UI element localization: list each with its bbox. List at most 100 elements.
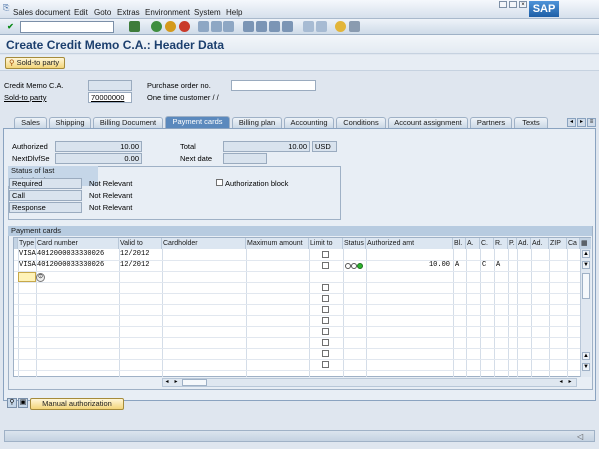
col-p[interactable]: P. — [508, 238, 517, 249]
select-all-icon[interactable]: ⚲ — [7, 398, 17, 408]
delete-row-icon[interactable]: ▣ — [18, 398, 28, 408]
enter-check-icon[interactable]: ✔ — [5, 21, 16, 32]
row2-r[interactable]: A — [496, 260, 500, 271]
col-ad1[interactable]: Ad. — [517, 238, 531, 249]
find-icon[interactable] — [211, 21, 222, 32]
col-cardholder[interactable]: Cardholder — [162, 238, 246, 249]
menu-help[interactable]: Help — [226, 8, 242, 17]
previous-page-icon[interactable] — [256, 21, 267, 32]
row2-bl[interactable]: A — [455, 260, 459, 271]
row3-card-search-icon[interactable]: ⊙ — [36, 273, 45, 282]
find-next-icon[interactable] — [223, 21, 234, 32]
tab-billing-document[interactable]: Billing Document — [93, 117, 163, 128]
row2-limit-checkbox[interactable] — [322, 262, 329, 269]
tab-payment-cards[interactable]: Payment cards — [165, 116, 230, 128]
save-icon[interactable] — [129, 21, 140, 32]
col-zip[interactable]: ZIP — [549, 238, 567, 249]
col-type[interactable]: Type — [18, 238, 36, 249]
hscroll-end-icon[interactable]: ▸ — [566, 379, 574, 386]
row2-type[interactable]: VISA — [19, 260, 36, 271]
row2-authorized-amt[interactable]: 10.00 — [366, 260, 450, 271]
scroll-thumb[interactable] — [582, 273, 590, 299]
next-page-icon[interactable] — [269, 21, 280, 32]
menu-sales-document[interactable]: Sales document — [13, 8, 70, 17]
col-limit-to[interactable]: Limit to — [309, 238, 343, 249]
print-icon[interactable] — [198, 21, 209, 32]
tab-sales[interactable]: Sales — [14, 117, 47, 128]
tab-scroll-right-icon[interactable]: ▸ — [577, 118, 586, 127]
col-a[interactable]: A. — [466, 238, 480, 249]
menu-system[interactable]: System — [194, 8, 221, 17]
tab-account-assignment[interactable]: Account assignment — [388, 117, 468, 128]
maximize-button[interactable] — [509, 1, 517, 8]
col-ad2[interactable]: Ad. — [531, 238, 549, 249]
manual-authorization-button[interactable]: Manual authorization — [30, 398, 124, 410]
row1-card-number[interactable]: 4012000033330026 — [37, 249, 104, 260]
col-authorized-amt[interactable]: Authorized amt — [366, 238, 453, 249]
horizontal-scrollbar[interactable]: ◂ ▸ ◂ ▸ — [162, 378, 577, 387]
layout-menu-icon[interactable] — [349, 21, 360, 32]
vertical-scrollbar[interactable]: ▲ ▼ ▲ ▼ — [580, 249, 591, 377]
first-page-icon[interactable] — [243, 21, 254, 32]
authorization-block-checkbox[interactable] — [216, 179, 223, 186]
tab-partners[interactable]: Partners — [470, 117, 512, 128]
row8-limit-checkbox[interactable] — [322, 328, 329, 335]
credit-memo-field[interactable] — [88, 80, 132, 91]
sold-to-party-field[interactable]: 70000000 — [88, 92, 132, 103]
menu-goto[interactable]: Goto — [94, 8, 111, 17]
row10-limit-checkbox[interactable] — [322, 350, 329, 357]
hscroll-right2-icon[interactable]: ◂ — [557, 379, 565, 386]
system-menu-icon[interactable]: ⎘ — [3, 3, 9, 13]
scroll-down-icon[interactable]: ▼ — [582, 261, 590, 269]
last-page-icon[interactable] — [282, 21, 293, 32]
tab-billing-plan[interactable]: Billing plan — [232, 117, 282, 128]
row11-limit-checkbox[interactable] — [322, 361, 329, 368]
minimize-button[interactable] — [499, 1, 507, 8]
row2-valid-to[interactable]: 12/2012 — [120, 260, 149, 271]
cancel-icon[interactable] — [179, 21, 190, 32]
row2-c[interactable]: C — [482, 260, 486, 271]
tab-shipping[interactable]: Shipping — [49, 117, 91, 128]
help-icon[interactable] — [335, 21, 346, 32]
row3-type-input[interactable] — [18, 272, 36, 282]
row1-valid-to[interactable]: 12/2012 — [120, 249, 149, 260]
row7-limit-checkbox[interactable] — [322, 317, 329, 324]
menu-edit[interactable]: Edit — [74, 8, 88, 17]
scroll-up-icon[interactable]: ▲ — [582, 250, 590, 258]
row9-limit-checkbox[interactable] — [322, 339, 329, 346]
menu-extras[interactable]: Extras — [117, 8, 140, 17]
tab-accounting[interactable]: Accounting — [284, 117, 334, 128]
tab-conditions[interactable]: Conditions — [336, 117, 386, 128]
hscroll-left-icon[interactable]: ◂ — [163, 379, 171, 386]
col-ca[interactable]: Ca — [567, 238, 580, 249]
row2-card-number[interactable]: 4012000033330026 — [37, 260, 104, 271]
shortcut-icon[interactable] — [316, 21, 327, 32]
exit-icon[interactable] — [165, 21, 176, 32]
row1-limit-checkbox[interactable] — [322, 251, 329, 258]
tab-texts[interactable]: Texts — [514, 117, 548, 128]
scroll-page-up-icon[interactable]: ▲ — [582, 352, 590, 360]
row5-limit-checkbox[interactable] — [322, 295, 329, 302]
col-r[interactable]: R. — [494, 238, 508, 249]
tab-list-icon[interactable]: ≡ — [587, 118, 596, 127]
hscroll-right-icon[interactable]: ▸ — [172, 379, 180, 386]
row6-limit-checkbox[interactable] — [322, 306, 329, 313]
row4-limit-checkbox[interactable] — [322, 284, 329, 291]
col-card-number[interactable]: Card number — [36, 238, 119, 249]
back-icon[interactable] — [151, 21, 162, 32]
col-valid-to[interactable]: Valid to — [119, 238, 162, 249]
new-session-icon[interactable] — [303, 21, 314, 32]
table-settings-icon[interactable]: ▦ — [580, 238, 591, 249]
hscroll-thumb[interactable] — [182, 379, 207, 386]
col-status[interactable]: Status — [343, 238, 366, 249]
command-field[interactable] — [20, 21, 114, 33]
col-maximum-amount[interactable]: Maximum amount — [246, 238, 309, 249]
sold-to-party-button[interactable]: ⚲ Sold-to party — [5, 57, 65, 69]
menu-environment[interactable]: Environment — [145, 8, 190, 17]
scroll-page-down-icon[interactable]: ▼ — [582, 363, 590, 371]
sold-to-party-label[interactable]: Sold-to party — [4, 93, 47, 102]
col-bl[interactable]: Bl. — [453, 238, 466, 249]
row1-type[interactable]: VISA — [19, 249, 36, 260]
purchase-order-field[interactable] — [231, 80, 316, 91]
tab-scroll-left-icon[interactable]: ◂ — [567, 118, 576, 127]
